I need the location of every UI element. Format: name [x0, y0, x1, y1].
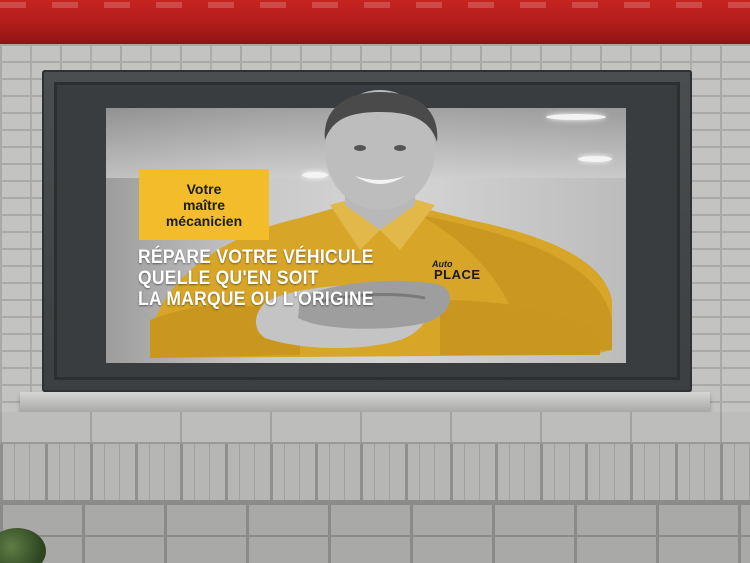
mechanic-eye — [394, 145, 406, 151]
logo-main-text: PLACE — [434, 267, 481, 282]
split-face-blocks — [0, 442, 750, 502]
yellow-label-box: Votre maître mécanicien — [139, 169, 269, 240]
label-line-1: Votre — [186, 180, 222, 197]
autoplace-logo: Auto PLACE — [428, 259, 500, 283]
poster-headline: RÉPARE VOTRE VÉHICULE QUELLE QU'EN SOIT … — [138, 247, 438, 310]
concrete-blocks — [0, 500, 750, 563]
headline-line-2: QUELLE QU'EN SOIT — [138, 268, 319, 289]
headline-line-3: LA MARQUE OU L'ORIGINE — [138, 289, 374, 310]
label-line-3: mécanicien — [165, 212, 243, 229]
window-sill — [20, 392, 710, 412]
mechanic-eye — [354, 145, 366, 151]
stone-band — [0, 412, 750, 442]
label-line-2: maître — [182, 196, 226, 213]
headline-line-1: RÉPARE VOTRE VÉHICULE — [138, 247, 374, 268]
storefront-scene: Votre maître mécanicien RÉPARE VOTRE VÉH… — [0, 0, 750, 563]
